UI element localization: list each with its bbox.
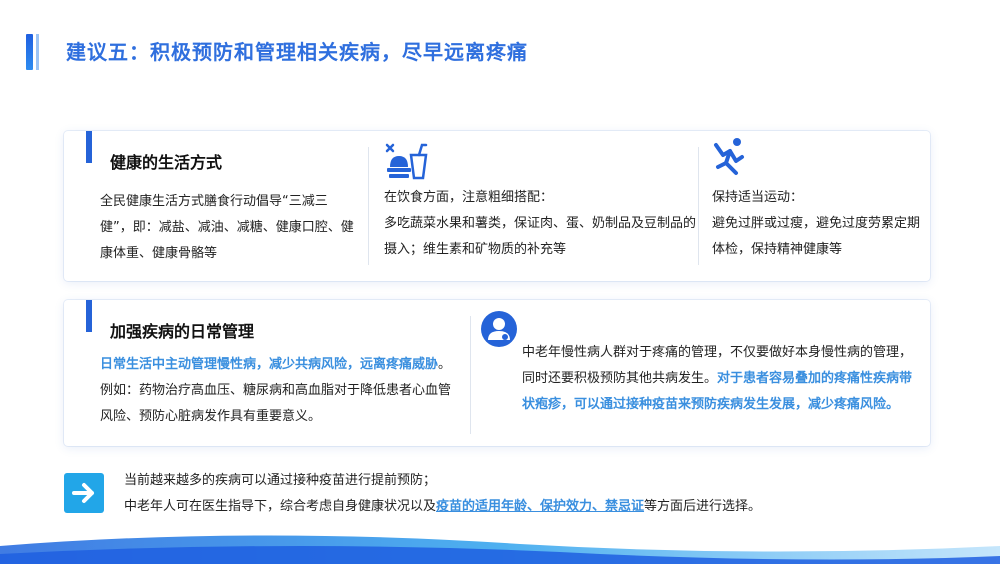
column-divider [470,316,471,434]
lifestyle-col1-text: 全民健康生活方式膳食行动倡导“三减三健”，即：减盐、减油、减糖、健康口腔、健康体… [100,194,354,261]
exercise-col3-line1: 保持适当运动： [712,190,804,205]
footer-line1: 当前越来越多的疾病可以通过接种疫苗进行提前预防； [124,473,437,488]
arrow-right-icon-box [64,473,104,513]
diet-col2-line2: 多吃蔬菜水果和薯类，保证肉、蛋、奶制品及豆制品的摄入；维生素和矿物质的补充等 [384,216,697,257]
column-divider [368,147,369,265]
management-left-text: 日常生活中主动管理慢性病，减少共病风险，远离疼痛威胁。例如：药物治疗高血压、糖尿… [100,352,460,430]
title-accent-bar [26,34,33,70]
footer-line2: 中老年人可在医生指导下，综合考虑自身健康状况以及疫苗的适用年龄、保护效力、禁忌证… [124,494,924,520]
section-title-management: 加强疾病的日常管理 [110,322,255,341]
page-title: 建议五：积极预防和管理相关疾病，尽早远离疼痛 [66,40,528,64]
footer-line2-prefix: 中老年人可在医生指导下，综合考虑自身健康状况以及 [124,499,437,514]
food-drink-icon [385,143,428,180]
diet-col2-line1: 在饮食方面，注意粗细搭配： [384,190,554,205]
management-left-highlight: 日常生活中主动管理慢性病，减少共病风险，远离疼痛威胁 [100,357,439,372]
running-person-icon [714,138,744,175]
section-title-lifestyle: 健康的生活方式 [110,153,223,172]
title-accent-bar-light [36,34,39,70]
exercise-col3-line2: 避免过胖或过瘦，避免过度劳累定期体检，保持精神健康等 [712,216,921,257]
footer-line2-highlight: 疫苗的适用年龄、保护效力、禁忌证 [436,499,645,514]
arrow-right-icon [72,483,94,503]
bottom-wave-decoration [0,535,1000,564]
doctor-avatar-icon [481,311,517,347]
footer-line2-suffix: 等方面后进行选择。 [644,499,762,514]
column-divider [698,147,699,265]
section-accent-bar [86,131,92,163]
disease-management-card: 加强疾病的日常管理 日常生活中主动管理慢性病，减少共病风险，远离疼痛威胁。例如：… [64,300,930,446]
management-right-text: 中老年慢性病人群对于疼痛的管理，不仅要做好本身慢性病的管理，同时还要积极预防其他… [522,340,922,418]
lifestyle-card: 健康的生活方式 全民健康生活方式膳食行动倡导“三减三健”，即：减盐、减油、减糖、… [64,131,930,281]
section-accent-bar [86,300,92,332]
